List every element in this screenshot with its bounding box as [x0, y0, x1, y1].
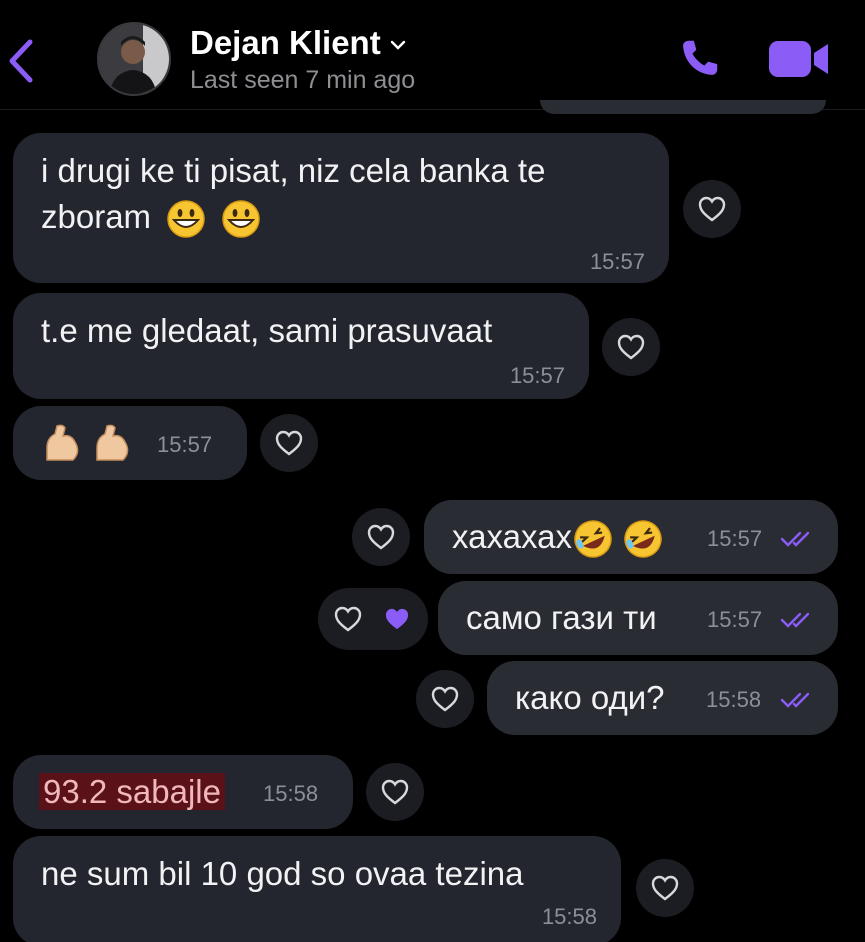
flexed-biceps-icon [46, 424, 79, 461]
video-call-button[interactable] [768, 38, 830, 80]
message-time: 15:58 [541, 904, 597, 929]
message-text-content: хахахах [452, 518, 572, 555]
contact-name-text: Dejan Klient [190, 24, 381, 61]
chevron-left-icon [9, 39, 33, 83]
message-text: t.e me gledaat, sami prasuvaat [41, 312, 493, 349]
message-text: само гази ти [466, 599, 657, 636]
react-heart-button[interactable] [260, 414, 318, 472]
react-heart-button[interactable] [352, 508, 410, 566]
message-text: хахахах [452, 515, 664, 560]
message-time: 15:57 [509, 363, 565, 388]
highlighted-text: 93.2 sabajle [39, 773, 225, 810]
message-time: 15:57 [157, 432, 213, 457]
grinning-face-icon [222, 200, 261, 239]
heart-outline-icon [381, 779, 409, 805]
message-bubble-incoming[interactable]: 15:57 [13, 406, 247, 480]
last-seen-status: Last seen 7 min ago [190, 66, 416, 94]
heart-outline-icon [698, 196, 726, 222]
purple-heart-icon [385, 608, 409, 630]
message-bubble-incoming[interactable]: 93.2 sabajle 15:58 [13, 755, 353, 829]
message-time: 15:58 [263, 781, 319, 806]
message-time: 15:57 [707, 607, 763, 632]
heart-outline-icon [367, 524, 395, 550]
message-text: 93.2 sabajle [39, 770, 225, 814]
reaction-pill[interactable] [318, 588, 428, 650]
message-time: 15:57 [707, 526, 763, 551]
chat-header: Dejan Klient Last seen 7 min ago [0, 0, 865, 110]
message-bubble-outgoing[interactable]: само гази ти 15:57 [438, 581, 838, 655]
call-button[interactable] [676, 36, 722, 82]
contact-name[interactable]: Dejan Klient [190, 24, 407, 62]
flexed-biceps-icon [96, 424, 129, 461]
rolling-laughing-icon [574, 520, 612, 559]
heart-outline-icon [651, 875, 679, 901]
message-text-second-line: zboram [41, 198, 152, 235]
phone-icon [683, 40, 718, 75]
read-receipt-icon [780, 692, 810, 708]
contact-avatar[interactable] [97, 22, 171, 96]
message-text: i drugi ke ti pisat, niz cela banka te [41, 152, 546, 189]
heart-outline-icon [431, 686, 459, 712]
read-receipt-icon [780, 612, 810, 628]
react-heart-button[interactable] [602, 318, 660, 376]
previous-message-edge [540, 100, 826, 114]
grinning-face-icon [167, 200, 205, 239]
read-receipt-icon [780, 531, 810, 547]
react-heart-button[interactable] [683, 180, 741, 238]
react-heart-button[interactable] [636, 859, 694, 917]
message-text-line2: zboram [41, 195, 261, 239]
heart-outline-icon [275, 430, 303, 456]
back-button[interactable] [4, 38, 38, 84]
message-bubble-outgoing[interactable]: хахахах 15:57 [424, 500, 838, 574]
message-bubble-incoming[interactable]: i drugi ke ti pisat, niz cela banka te z… [13, 133, 669, 283]
heart-outline-icon [617, 334, 645, 360]
message-time: 15:57 [589, 249, 645, 274]
rolling-laughing-icon [624, 520, 662, 559]
chevron-down-icon [390, 41, 405, 50]
avatar-photo [99, 24, 169, 94]
message-bubble-incoming[interactable]: ne sum bil 10 god so ovaa tezina 15:58 [13, 836, 621, 942]
react-heart-button[interactable] [366, 763, 424, 821]
message-text: како оди? [515, 679, 665, 716]
message-time: 15:58 [706, 687, 762, 712]
react-heart-button[interactable] [416, 670, 474, 728]
message-text: ne sum bil 10 god so ovaa tezina [41, 855, 524, 892]
message-bubble-incoming[interactable]: t.e me gledaat, sami prasuvaat 15:57 [13, 293, 589, 399]
message-bubble-outgoing[interactable]: како оди? 15:58 [487, 661, 838, 735]
video-camera-icon [769, 41, 828, 77]
heart-outline-icon [334, 606, 362, 632]
